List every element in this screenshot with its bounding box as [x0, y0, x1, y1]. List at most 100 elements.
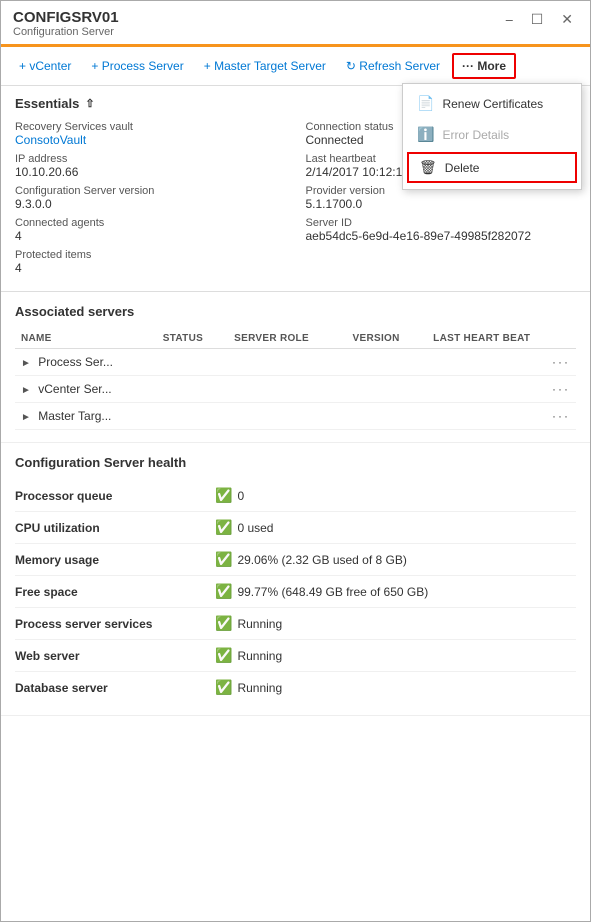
- row-role: [228, 403, 346, 430]
- process-services-value: ✅ Running: [215, 615, 282, 632]
- freespace-label: Free space: [15, 585, 215, 599]
- table-row[interactable]: ► Process Ser... ···: [15, 349, 576, 376]
- health-row-memory: Memory usage ✅ 29.06% (2.32 GB used of 8…: [15, 544, 576, 576]
- col-version: VERSION: [347, 329, 428, 349]
- table-row[interactable]: ► vCenter Ser... ···: [15, 376, 576, 403]
- col-name: NAME: [15, 329, 157, 349]
- essentials-left: Recovery Services vault ConsotoVault IP …: [15, 121, 286, 281]
- health-row-web: Web server ✅ Running: [15, 640, 576, 672]
- row-status: [157, 403, 228, 430]
- database-label: Database server: [15, 681, 215, 695]
- process-services-label: Process server services: [15, 617, 215, 631]
- renew-icon: 📄: [417, 95, 434, 112]
- check-icon: ✅: [215, 583, 232, 600]
- check-icon: ✅: [215, 519, 232, 536]
- agents-label: Connected agents: [15, 217, 286, 229]
- memory-label: Memory usage: [15, 553, 215, 567]
- processor-label: Processor queue: [15, 489, 215, 503]
- check-icon: ✅: [215, 647, 232, 664]
- serverid-value: aeb54dc5-6e9d-4e16-89e7-49985f282072: [306, 229, 577, 243]
- essentials-item-protected: Protected items 4: [15, 249, 286, 275]
- essentials-item-ip: IP address 10.10.20.66: [15, 153, 286, 179]
- col-status: STATUS: [157, 329, 228, 349]
- error-details-label: Error Details: [442, 128, 509, 142]
- health-row-process-services: Process server services ✅ Running: [15, 608, 576, 640]
- more-button[interactable]: ··· More: [452, 53, 516, 79]
- serverid-label: Server ID: [306, 217, 577, 229]
- row-heartbeat: ···: [427, 376, 576, 403]
- renew-label: Renew Certificates: [442, 97, 543, 111]
- processor-text: 0: [237, 489, 244, 503]
- content-area: Essentials ⇧ Recovery Services vault Con…: [1, 86, 590, 921]
- memory-value: ✅ 29.06% (2.32 GB used of 8 GB): [215, 551, 407, 568]
- freespace-value: ✅ 99.77% (648.49 GB free of 650 GB): [215, 583, 428, 600]
- processor-value: ✅ 0: [215, 487, 244, 504]
- check-icon: ✅: [215, 551, 232, 568]
- health-row-cpu: CPU utilization ✅ 0 used: [15, 512, 576, 544]
- freespace-text: 99.77% (648.49 GB free of 650 GB): [237, 585, 428, 599]
- cs-version-label: Configuration Server version: [15, 185, 286, 197]
- cpu-label: CPU utilization: [15, 521, 215, 535]
- window-title: CONFIGSRV01: [13, 9, 119, 26]
- ip-label: IP address: [15, 153, 286, 165]
- cpu-text: 0 used: [237, 521, 273, 535]
- dropdown-menu: 📄 Renew Certificates ℹ️ Error Details 🗑 …: [402, 83, 582, 190]
- process-server-button[interactable]: + Process Server: [83, 55, 191, 77]
- health-row-freespace: Free space ✅ 99.77% (648.49 GB free of 6…: [15, 576, 576, 608]
- col-role: SERVER ROLE: [228, 329, 346, 349]
- row-heartbeat: ···: [427, 403, 576, 430]
- check-icon: ✅: [215, 615, 232, 632]
- table-row[interactable]: ► Master Targ... ···: [15, 403, 576, 430]
- row-role: [228, 349, 346, 376]
- associated-servers-title: Associated servers: [15, 304, 576, 319]
- memory-text: 29.06% (2.32 GB used of 8 GB): [237, 553, 406, 567]
- row-name: ► vCenter Ser...: [15, 376, 157, 403]
- row-dots-menu[interactable]: ···: [552, 355, 570, 369]
- delete-label: Delete: [445, 161, 480, 175]
- minimize-button[interactable]: ⎯: [501, 9, 518, 30]
- expand-arrow-icon: ►: [21, 412, 31, 423]
- title-bar-controls: ⎯ ☐ ✕: [501, 9, 578, 30]
- info-icon: ℹ️: [417, 126, 434, 143]
- health-title: Configuration Server health: [15, 455, 576, 470]
- cpu-value: ✅ 0 used: [215, 519, 273, 536]
- expand-arrow-icon: ►: [21, 385, 31, 396]
- maximize-button[interactable]: ☐: [526, 9, 549, 30]
- vault-value[interactable]: ConsotoVault: [15, 133, 286, 147]
- agents-value: 4: [15, 229, 286, 243]
- essentials-title: Essentials: [15, 96, 79, 111]
- row-version: [347, 403, 428, 430]
- health-row-processor: Processor queue ✅ 0: [15, 480, 576, 512]
- row-status: [157, 376, 228, 403]
- protected-label: Protected items: [15, 249, 286, 261]
- essentials-item-serverid: Server ID aeb54dc5-6e9d-4e16-89e7-49985f…: [306, 217, 577, 243]
- vcenter-button[interactable]: + vCenter: [11, 55, 79, 77]
- expand-arrow-icon: ►: [21, 358, 31, 369]
- close-button[interactable]: ✕: [556, 9, 578, 30]
- toolbar: + vCenter + Process Server + Master Targ…: [1, 47, 590, 86]
- refresh-server-button[interactable]: ↻ Refresh Server: [338, 55, 448, 77]
- essentials-item-vault: Recovery Services vault ConsotoVault: [15, 121, 286, 147]
- master-target-button[interactable]: + Master Target Server: [196, 55, 334, 77]
- row-name: ► Master Targ...: [15, 403, 157, 430]
- row-version: [347, 349, 428, 376]
- health-table: Processor queue ✅ 0 CPU utilization ✅ 0 …: [15, 480, 576, 703]
- check-icon: ✅: [215, 487, 232, 504]
- health-section: Configuration Server health Processor qu…: [1, 443, 590, 716]
- row-dots-menu[interactable]: ···: [552, 382, 570, 396]
- col-heartbeat: LAST HEART BEAT: [427, 329, 576, 349]
- row-version: [347, 376, 428, 403]
- error-details-item: ℹ️ Error Details: [403, 119, 581, 150]
- delete-icon: 🗑: [419, 159, 437, 176]
- row-role: [228, 376, 346, 403]
- title-bar: CONFIGSRV01 Configuration Server ⎯ ☐ ✕: [1, 1, 590, 47]
- delete-item[interactable]: 🗑 Delete: [407, 152, 577, 183]
- essentials-item-cs-version: Configuration Server version 9.3.0.0: [15, 185, 286, 211]
- cs-version-value: 9.3.0.0: [15, 197, 286, 211]
- renew-certificates-item[interactable]: 📄 Renew Certificates: [403, 88, 581, 119]
- ip-value: 10.10.20.66: [15, 165, 286, 179]
- essentials-item-agents: Connected agents 4: [15, 217, 286, 243]
- associated-servers-table: NAME STATUS SERVER ROLE VERSION LAST HEA…: [15, 329, 576, 430]
- row-dots-menu[interactable]: ···: [552, 409, 570, 423]
- health-row-database: Database server ✅ Running: [15, 672, 576, 703]
